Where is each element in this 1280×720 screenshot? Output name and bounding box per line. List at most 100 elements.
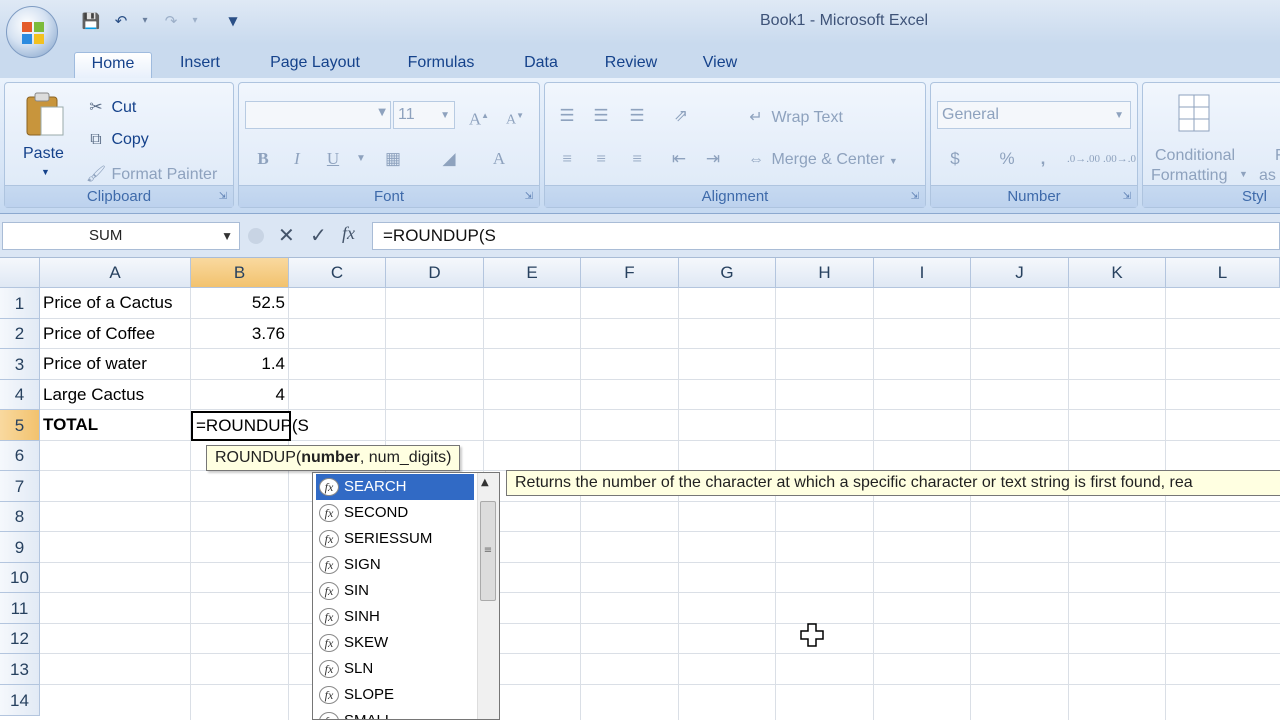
row-header-3[interactable]: 3: [0, 349, 40, 380]
scrollbar-thumb[interactable]: ≡: [480, 501, 496, 601]
underline-button[interactable]: U: [321, 147, 345, 171]
column-header-d[interactable]: D: [386, 258, 484, 288]
format-as-table-line2[interactable]: as: [1259, 167, 1276, 185]
autocomplete-item[interactable]: fx SMALL: [316, 708, 474, 719]
conditional-formatting-line2[interactable]: Formatting: [1151, 167, 1227, 185]
column-header-b[interactable]: B: [191, 258, 289, 288]
format-as-table-line1[interactable]: Fo: [1275, 147, 1280, 165]
column-header-f[interactable]: F: [581, 258, 679, 288]
increase-indent-icon[interactable]: ⇥: [701, 147, 725, 171]
row-header-7[interactable]: 7: [0, 471, 40, 502]
number-format-dropdown-icon[interactable]: ▼: [1114, 103, 1124, 129]
cell-b4[interactable]: 4: [191, 385, 285, 405]
decrease-decimal-icon[interactable]: .00→.0: [1103, 147, 1136, 171]
merge-dropdown-icon[interactable]: ▼: [889, 156, 898, 166]
insert-function-icon[interactable]: fx: [342, 223, 355, 244]
font-color-icon[interactable]: A: [487, 147, 511, 171]
scroll-up-icon[interactable]: ▲: [481, 477, 489, 488]
font-size-combobox[interactable]: 11 ▼: [393, 101, 455, 129]
column-header-l[interactable]: L: [1166, 258, 1280, 288]
autocomplete-item[interactable]: fx SLOPE: [316, 682, 474, 708]
paste-dropdown-icon[interactable]: ▼: [41, 167, 50, 177]
cell-a1[interactable]: Price of a Cactus: [43, 293, 191, 313]
column-header-g[interactable]: G: [679, 258, 776, 288]
row-header-9[interactable]: 9: [0, 532, 40, 563]
tooltip-function-name[interactable]: ROUNDUP(: [215, 449, 301, 466]
tab-home[interactable]: Home: [74, 52, 152, 78]
formula-input[interactable]: =ROUNDUP(S: [372, 222, 1280, 250]
active-cell-editor[interactable]: =ROUNDUP(S: [191, 411, 309, 441]
row-header-5[interactable]: 5: [0, 410, 40, 441]
wrap-text-button[interactable]: ↵ Wrap Text: [745, 107, 843, 127]
column-header-j[interactable]: J: [971, 258, 1069, 288]
alignment-launcher-icon[interactable]: ⇲: [911, 191, 919, 202]
align-bottom-icon[interactable]: ☰: [625, 104, 649, 128]
column-header-i[interactable]: I: [874, 258, 971, 288]
autocomplete-item[interactable]: fx SLN: [316, 656, 474, 682]
cancel-icon[interactable]: ✕: [278, 223, 295, 247]
row-header-10[interactable]: 10: [0, 563, 40, 593]
tab-review[interactable]: Review: [594, 52, 668, 78]
row-header-12[interactable]: 12: [0, 624, 40, 654]
underline-dropdown-icon[interactable]: ▼: [349, 147, 373, 171]
name-box-dropdown-icon[interactable]: ▼: [221, 223, 233, 249]
font-launcher-icon[interactable]: ⇲: [525, 191, 533, 202]
fill-color-icon[interactable]: ◢: [437, 147, 461, 171]
row-header-11[interactable]: 11: [0, 593, 40, 624]
column-header-h[interactable]: H: [776, 258, 874, 288]
orientation-icon[interactable]: ⇗: [669, 104, 693, 128]
autocomplete-item[interactable]: fx SKEW: [316, 630, 474, 656]
comma-button[interactable]: ,: [1031, 147, 1055, 171]
autocomplete-item[interactable]: fx SECOND: [316, 500, 474, 526]
align-top-icon[interactable]: ☰: [555, 104, 579, 128]
align-center-icon[interactable]: ≡: [589, 147, 613, 171]
copy-button[interactable]: ⧉ Copy: [85, 131, 149, 149]
formula-bar-grip-icon[interactable]: [248, 228, 264, 244]
office-button[interactable]: [6, 6, 58, 58]
cell-b2[interactable]: 3.76: [191, 324, 285, 344]
decrease-indent-icon[interactable]: ⇤: [667, 147, 691, 171]
font-name-combobox[interactable]: ▼: [245, 101, 391, 129]
row-header-14[interactable]: 14: [0, 685, 40, 716]
align-right-icon[interactable]: ≡: [625, 147, 649, 171]
number-format-combobox[interactable]: General ▼: [937, 101, 1131, 129]
shrink-font-icon[interactable]: A▼: [503, 104, 527, 128]
function-autocomplete-list[interactable]: fx SEARCH fx SECOND fx SERIESSUM fx SIGN fx S…: [312, 472, 500, 720]
cell-a5[interactable]: TOTAL: [43, 415, 191, 435]
italic-button[interactable]: I: [285, 147, 309, 171]
align-left-icon[interactable]: ≡: [555, 147, 579, 171]
tab-view[interactable]: View: [690, 52, 750, 78]
align-middle-icon[interactable]: ☰: [589, 104, 613, 128]
tab-page-layout[interactable]: Page Layout: [258, 52, 372, 78]
tab-formulas[interactable]: Formulas: [396, 52, 486, 78]
number-launcher-icon[interactable]: ⇲: [1123, 191, 1131, 202]
font-size-dropdown-icon[interactable]: ▼: [440, 103, 450, 129]
column-header-e[interactable]: E: [484, 258, 581, 288]
row-header-13[interactable]: 13: [0, 654, 40, 685]
autocomplete-item[interactable]: fx SINH: [316, 604, 474, 630]
row-header-4[interactable]: 4: [0, 380, 40, 410]
font-name-dropdown-icon[interactable]: ▼: [378, 107, 386, 118]
conditional-formatting-dropdown-icon[interactable]: ▼: [1239, 169, 1248, 179]
conditional-formatting-line1[interactable]: Conditional: [1155, 147, 1235, 165]
clipboard-launcher-icon[interactable]: ⇲: [219, 191, 227, 202]
select-all-button[interactable]: [0, 258, 40, 288]
tab-insert[interactable]: Insert: [168, 52, 232, 78]
currency-button[interactable]: $: [943, 147, 967, 171]
column-header-k[interactable]: K: [1069, 258, 1166, 288]
cell-b3[interactable]: 1.4: [191, 354, 285, 374]
autocomplete-item[interactable]: fx SERIESSUM: [316, 526, 474, 552]
grow-font-icon[interactable]: A▲: [467, 104, 491, 129]
cell-a4[interactable]: Large Cactus: [43, 385, 191, 405]
name-box[interactable]: SUM ▼: [2, 222, 240, 250]
cell-b1[interactable]: 52.5: [191, 293, 285, 313]
autocomplete-item[interactable]: fx SIGN: [316, 552, 474, 578]
row-header-1[interactable]: 1: [0, 288, 40, 319]
column-header-c[interactable]: C: [289, 258, 386, 288]
cut-button[interactable]: ✂ Cut: [85, 97, 136, 117]
format-painter-button[interactable]: 🖌 Format Painter: [85, 164, 217, 184]
cell-a2[interactable]: Price of Coffee: [43, 324, 191, 344]
row-header-8[interactable]: 8: [0, 502, 40, 532]
percent-button[interactable]: %: [995, 147, 1019, 171]
autocomplete-item[interactable]: fx SEARCH: [316, 474, 474, 500]
